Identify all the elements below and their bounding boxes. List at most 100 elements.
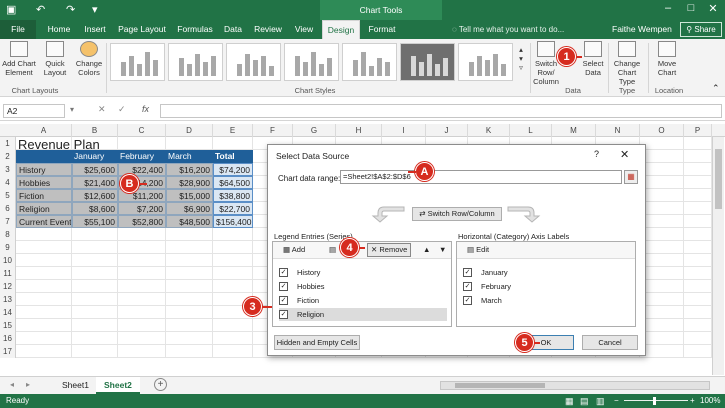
value-cell[interactable]: $52,800: [118, 215, 166, 228]
column-header[interactable]: D: [166, 124, 213, 137]
next-sheet-icon[interactable]: ▸: [26, 380, 30, 389]
switch-row-column-ribbon-button[interactable]: Switch Row/ Column: [532, 41, 560, 86]
header-cell[interactable]: February: [118, 150, 166, 163]
row-header[interactable]: 14: [0, 306, 16, 319]
chart-data-range-input[interactable]: =Sheet2!$A$2:$D$6: [340, 170, 622, 184]
row-header[interactable]: 8: [0, 228, 16, 241]
category-item[interactable]: ✓ February: [463, 280, 631, 293]
column-header[interactable]: O: [640, 124, 684, 137]
normal-view-icon[interactable]: ▦: [565, 394, 574, 408]
row-header[interactable]: 4: [0, 176, 16, 189]
scrollbar-thumb[interactable]: [455, 383, 545, 388]
chart-style-6[interactable]: [400, 43, 455, 81]
category-checkbox[interactable]: ✓: [463, 296, 472, 305]
row-header[interactable]: 17: [0, 345, 16, 358]
series-item[interactable]: ✓ Fiction: [279, 294, 447, 307]
zoom-slider[interactable]: [624, 400, 688, 401]
row-label-cell[interactable]: Fiction: [16, 189, 72, 202]
select-data-button[interactable]: Select Data: [580, 41, 606, 77]
restore-button[interactable]: □: [683, 2, 699, 14]
category-item[interactable]: ✓ March: [463, 294, 631, 307]
value-cell[interactable]: $15,000: [166, 189, 213, 202]
value-cell[interactable]: $16,200: [166, 163, 213, 176]
header-cell[interactable]: March: [166, 150, 213, 163]
collapse-dialog-icon[interactable]: ▦: [624, 170, 638, 184]
name-box-dropdown-icon[interactable]: ▾: [70, 105, 74, 114]
row-header[interactable]: 7: [0, 215, 16, 228]
header-cell[interactable]: Total: [213, 150, 253, 163]
column-header[interactable]: E: [213, 124, 253, 137]
help-button[interactable]: ?: [594, 149, 599, 159]
page-break-view-icon[interactable]: ▥: [596, 394, 605, 408]
row-header[interactable]: 1: [0, 137, 16, 150]
page-layout-view-icon[interactable]: ▤: [580, 394, 589, 408]
value-cell[interactable]: $48,500: [166, 215, 213, 228]
column-header[interactable]: C: [118, 124, 166, 137]
total-cell[interactable]: $38,800: [213, 189, 253, 202]
column-header[interactable]: K: [468, 124, 510, 137]
column-header[interactable]: F: [253, 124, 293, 137]
value-cell[interactable]: $6,900: [166, 202, 213, 215]
total-cell[interactable]: $74,200: [213, 163, 253, 176]
tab-page-layout[interactable]: Page Layout: [114, 20, 170, 39]
edit-axis-button[interactable]: ▤ Edit: [463, 243, 493, 257]
name-box[interactable]: A2: [3, 104, 65, 118]
column-header[interactable]: P: [684, 124, 712, 137]
column-header[interactable]: G: [293, 124, 336, 137]
zoom-in-icon[interactable]: +: [690, 394, 695, 408]
row-header[interactable]: 3: [0, 163, 16, 176]
tell-me-search[interactable]: ◌ Tell me what you want to do...: [452, 20, 564, 39]
tab-home[interactable]: Home: [42, 20, 76, 39]
column-header[interactable]: N: [596, 124, 640, 137]
value-cell[interactable]: $7,200: [118, 202, 166, 215]
minimize-button[interactable]: –: [660, 2, 676, 14]
row-label-cell[interactable]: Religion: [16, 202, 72, 215]
tab-review[interactable]: Review: [250, 20, 286, 39]
row-header[interactable]: 11: [0, 267, 16, 280]
vertical-scrollbar[interactable]: [712, 137, 724, 375]
row-header[interactable]: 2: [0, 150, 16, 163]
share-button[interactable]: ⚲ Share: [680, 22, 722, 37]
category-item[interactable]: ✓ January: [463, 266, 631, 279]
tab-formulas[interactable]: Formulas: [172, 20, 218, 39]
tab-file[interactable]: File: [0, 20, 36, 39]
sheet-tab[interactable]: Sheet1: [54, 377, 97, 394]
series-item[interactable]: ✓ History: [279, 266, 447, 279]
tab-design[interactable]: Design: [322, 20, 360, 39]
formula-input[interactable]: [160, 104, 722, 118]
add-chart-element-button[interactable]: Add Chart Element: [2, 41, 36, 77]
chart-style-3[interactable]: [226, 43, 281, 81]
row-header[interactable]: 12: [0, 280, 16, 293]
series-checkbox[interactable]: ✓: [279, 310, 288, 319]
change-chart-type-button[interactable]: Change Chart Type: [610, 41, 644, 86]
zoom-out-icon[interactable]: −: [614, 394, 619, 408]
add-series-button[interactable]: ▦ Add: [279, 243, 309, 257]
chart-style-1[interactable]: [110, 43, 165, 81]
confirm-entry-icon[interactable]: ✓: [118, 104, 126, 115]
quick-layout-button[interactable]: Quick Layout: [40, 41, 70, 77]
cancel-entry-icon[interactable]: ✕: [98, 104, 106, 115]
row-label-cell[interactable]: Current Events: [16, 215, 72, 228]
tab-format[interactable]: Format: [364, 20, 400, 39]
column-header[interactable]: M: [552, 124, 596, 137]
header-cell-blank[interactable]: [16, 150, 72, 163]
zoom-slider-thumb[interactable]: [653, 397, 656, 405]
chart-style-5[interactable]: [342, 43, 397, 81]
series-checkbox[interactable]: ✓: [279, 268, 288, 277]
category-checkbox[interactable]: ✓: [463, 268, 472, 277]
row-header[interactable]: 5: [0, 189, 16, 202]
row-header[interactable]: 9: [0, 241, 16, 254]
row-label-cell[interactable]: History: [16, 163, 72, 176]
vertical-scrollbar-thumb[interactable]: [715, 149, 722, 209]
move-up-button[interactable]: ▲: [419, 243, 434, 257]
tab-insert[interactable]: Insert: [78, 20, 112, 39]
chart-style-7[interactable]: [458, 43, 513, 81]
series-checkbox[interactable]: ✓: [279, 282, 288, 291]
value-cell[interactable]: $21,400: [72, 176, 118, 189]
collapse-ribbon-icon[interactable]: ⌃: [712, 83, 720, 94]
row-header[interactable]: 15: [0, 319, 16, 332]
header-cell[interactable]: January: [72, 150, 118, 163]
series-item[interactable]: ✓ Hobbies: [279, 280, 447, 293]
row-header[interactable]: 10: [0, 254, 16, 267]
row-header[interactable]: 16: [0, 332, 16, 345]
